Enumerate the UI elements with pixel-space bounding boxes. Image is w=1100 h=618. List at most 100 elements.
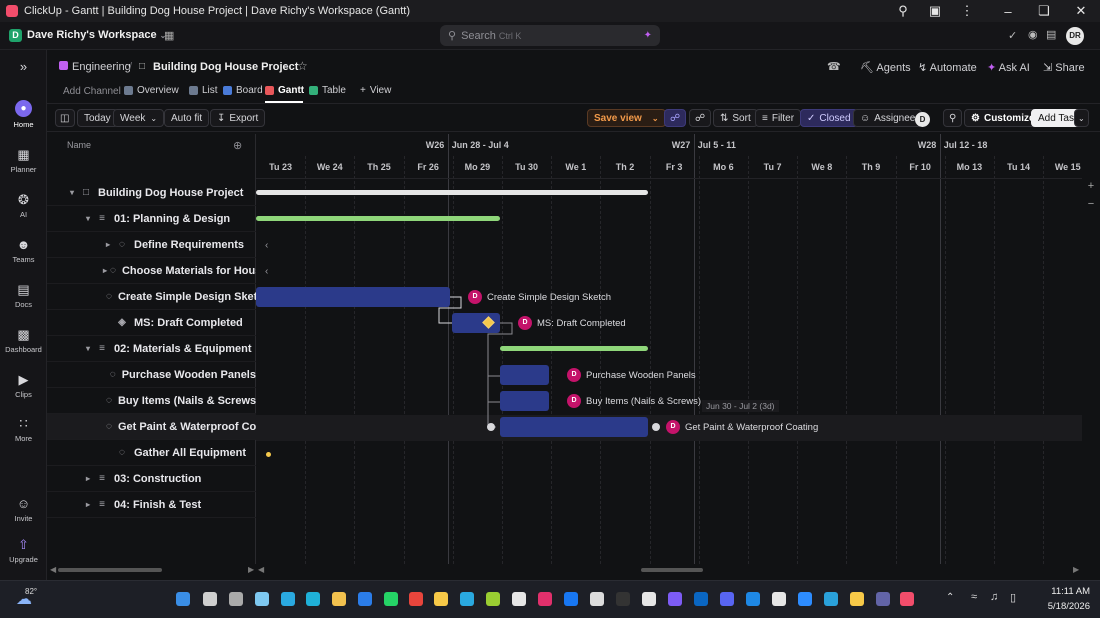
minimize-button[interactable]: – [993, 0, 1023, 22]
volume-icon[interactable]: ♫ [990, 591, 998, 603]
facebook-icon[interactable] [564, 592, 578, 606]
extensions-icon[interactable]: ▣ [920, 0, 950, 22]
expand-toggle-icon[interactable]: ▸ [103, 266, 107, 275]
notes-icon[interactable] [850, 592, 864, 606]
breadcrumb-project[interactable]: Building Dog House Project [153, 61, 298, 73]
closed-toggle[interactable]: ✓ Closed [800, 109, 858, 127]
battery-icon[interactable]: ▯ [1010, 591, 1016, 604]
task-name[interactable]: 03: Construction [114, 473, 201, 485]
task-name[interactable]: 04: Finish & Test [114, 499, 201, 511]
agents-button[interactable]: ⛏ Agents [860, 61, 911, 74]
tab-board[interactable]: Board [223, 85, 263, 96]
dependency-toggle-icon[interactable]: ☍ [664, 109, 687, 127]
scroll-left-icon[interactable]: ◀ [50, 565, 56, 574]
link-icon[interactable]: ☍ [689, 109, 712, 127]
expand-toggle-icon[interactable]: ▸ [83, 500, 93, 509]
expand-toggle-icon[interactable]: ▾ [67, 188, 77, 197]
calendar-icon[interactable]: ▦ [164, 29, 174, 42]
canva-icon[interactable] [668, 592, 682, 606]
wifi-icon[interactable]: ≈ [971, 591, 977, 603]
add-view-button[interactable]: + View [360, 85, 391, 96]
sidebar-item-dashboard[interactable]: ▩ Dashboard [0, 328, 47, 355]
chevron-down-icon[interactable]: ⌄ [283, 60, 290, 69]
task-row[interactable]: ▸ ≡ 03: Construction [47, 466, 256, 492]
task-row[interactable]: ▸ ◌ Choose Materials for House [47, 258, 256, 284]
discord-icon[interactable] [720, 592, 734, 606]
left-panel-scrollbar-thumb[interactable] [58, 568, 162, 572]
unscheduled-task-dot[interactable] [266, 452, 271, 457]
zoom-icon[interactable] [798, 592, 812, 606]
today-button[interactable]: Today [77, 109, 118, 127]
workspace-badge[interactable]: D [9, 29, 22, 42]
task-row[interactable]: ▾ ≡ 02: Materials & Equipment [47, 336, 256, 362]
sidebar-expand-icon[interactable]: » [0, 60, 47, 77]
sort-button[interactable]: ⇅ Sort [713, 109, 758, 127]
add-task-dropdown-icon[interactable]: ⌄ [1074, 109, 1089, 127]
search-bar[interactable]: ⚲ Search Ctrl K ✦ [440, 25, 660, 46]
task-row[interactable]: ◌ Gather All Equipment [47, 440, 256, 466]
task-row[interactable]: ▸ ≡ 04: Finish & Test [47, 492, 256, 518]
sidebar-item-more[interactable]: ∷ More [0, 417, 47, 444]
task-row[interactable]: ◈ MS: Draft Completed [47, 310, 256, 336]
export-button[interactable]: ↧ Export [210, 109, 266, 127]
notification-settings-icon[interactable]: ☎ [827, 60, 841, 73]
task-bar-wooden-panels[interactable] [500, 365, 549, 385]
edge-icon[interactable] [281, 592, 295, 606]
week-select[interactable]: Week ⌄ [113, 109, 165, 127]
gantt-chart[interactable]: W26 Jun 28 - Jul 4 W27 Jul 5 - 11 W28 Jul 12 … [256, 134, 1082, 564]
expand-toggle-icon[interactable]: ▾ [83, 344, 93, 353]
task-name[interactable]: Gather All Equipment [134, 447, 246, 459]
kebab-menu-icon[interactable]: ⋮ [952, 0, 982, 22]
sidebar-toggle-icon[interactable]: ◫ [55, 109, 75, 127]
sidebar-item-invite[interactable]: ☺ Invite [0, 497, 47, 524]
dependency-handle-right[interactable] [652, 423, 660, 431]
tab-gantt[interactable]: Gantt [265, 85, 304, 96]
task-name[interactable]: Get Paint & Waterproof Coating [118, 421, 256, 433]
clock-date[interactable]: 5/18/2026 [1040, 601, 1090, 612]
status-circle-icon[interactable]: ◌ [116, 239, 128, 250]
tab-list[interactable]: List [189, 85, 218, 96]
sidebar-item-ai[interactable]: ❂ AI [0, 193, 47, 220]
x-icon[interactable] [512, 592, 526, 606]
clickup-icon[interactable] [900, 592, 914, 606]
search-icon[interactable]: ⚲ [943, 109, 963, 127]
tab-table[interactable]: Table [309, 85, 346, 96]
chatgpt-icon[interactable] [590, 592, 604, 606]
expand-toggle-icon[interactable]: ▾ [83, 214, 93, 223]
user-avatar[interactable]: DR [1066, 27, 1084, 45]
save-view-button[interactable]: Save view ⌄ [587, 109, 666, 127]
record-icon[interactable]: ◉ [1028, 28, 1038, 41]
task-row[interactable]: ▾ ≡ 01: Planning & Design [47, 206, 256, 232]
sidebar-item-upgrade[interactable]: ⇧ Upgrade [0, 538, 47, 565]
task-name[interactable]: Create Simple Design Sketch [118, 291, 256, 303]
python-icon[interactable] [434, 592, 448, 606]
task-row[interactable]: ▸ ◌ Define Requirements [47, 232, 256, 258]
telegram-icon[interactable] [824, 592, 838, 606]
assignee-button[interactable]: ☺ Assignee [853, 109, 923, 127]
task-bar-paint[interactable] [500, 417, 648, 437]
check-circle-icon[interactable]: ✓ [1008, 29, 1017, 42]
status-circle-icon[interactable]: ◌ [106, 395, 112, 406]
status-circle-icon[interactable]: ◌ [106, 421, 112, 432]
close-button[interactable]: ✕ [1066, 0, 1096, 22]
task-row[interactable]: ◌ Purchase Wooden Panels [47, 362, 256, 388]
task-row[interactable]: ◌ Create Simple Design Sketch [47, 284, 256, 310]
tiktok-icon[interactable] [772, 592, 786, 606]
task-name[interactable]: 02: Materials & Equipment [114, 343, 252, 355]
copilot-icon[interactable] [255, 592, 269, 606]
chart-scrollbar-thumb[interactable] [641, 568, 703, 572]
task-name[interactable]: Buy Items (Nails & Screws) [118, 395, 256, 407]
search-icon[interactable] [203, 592, 217, 606]
expand-toggle-icon[interactable]: ▸ [83, 474, 93, 483]
drive-icon[interactable] [746, 592, 760, 606]
task-bar-nails-screws[interactable] [500, 391, 549, 411]
start-icon[interactable] [176, 592, 190, 606]
whatsapp-icon[interactable] [384, 592, 398, 606]
star-icon[interactable]: ☆ [297, 59, 308, 73]
task-name[interactable]: Define Requirements [134, 239, 244, 251]
teams-icon[interactable] [876, 592, 890, 606]
chrome-icon[interactable] [409, 592, 423, 606]
edge-dev-icon[interactable] [306, 592, 320, 606]
scroll-right-icon[interactable]: ▶ [248, 565, 254, 574]
edge-beta-icon[interactable] [460, 592, 474, 606]
